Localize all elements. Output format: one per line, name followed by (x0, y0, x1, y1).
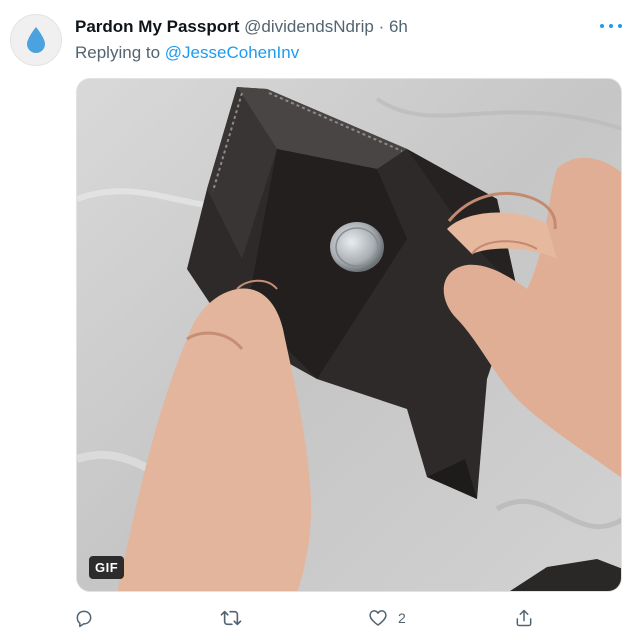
more-dots-icon[interactable] (600, 18, 622, 34)
retweet-button[interactable] (220, 606, 252, 630)
gif-image (77, 79, 621, 591)
like-count: 2 (398, 610, 406, 626)
display-name[interactable]: Pardon My Passport (75, 17, 239, 36)
tweet-header: Pardon My Passport @dividendsNdrip · 6h (75, 16, 600, 38)
reply-mention-link[interactable]: @JesseCohenInv (165, 43, 299, 62)
timestamp[interactable]: 6h (389, 17, 408, 36)
action-bar: 2 (74, 606, 544, 630)
water-drop-icon (27, 27, 45, 53)
tweet[interactable]: Pardon My Passport @dividendsNdrip · 6h … (0, 0, 640, 631)
share-icon (516, 609, 532, 627)
retweet-icon (220, 610, 242, 626)
share-button[interactable] (514, 606, 544, 630)
avatar[interactable] (10, 14, 62, 66)
like-button[interactable]: 2 (368, 606, 406, 630)
separator: · (378, 17, 385, 36)
reply-icon (76, 610, 92, 628)
user-handle[interactable]: @dividendsNdrip (244, 17, 374, 36)
reply-button[interactable] (74, 606, 104, 630)
gif-media[interactable]: GIF (76, 78, 622, 592)
heart-icon (369, 610, 387, 626)
replying-to: Replying to @JesseCohenInv (75, 42, 299, 64)
gif-badge: GIF (89, 556, 125, 579)
replying-prefix: Replying to (75, 43, 161, 62)
